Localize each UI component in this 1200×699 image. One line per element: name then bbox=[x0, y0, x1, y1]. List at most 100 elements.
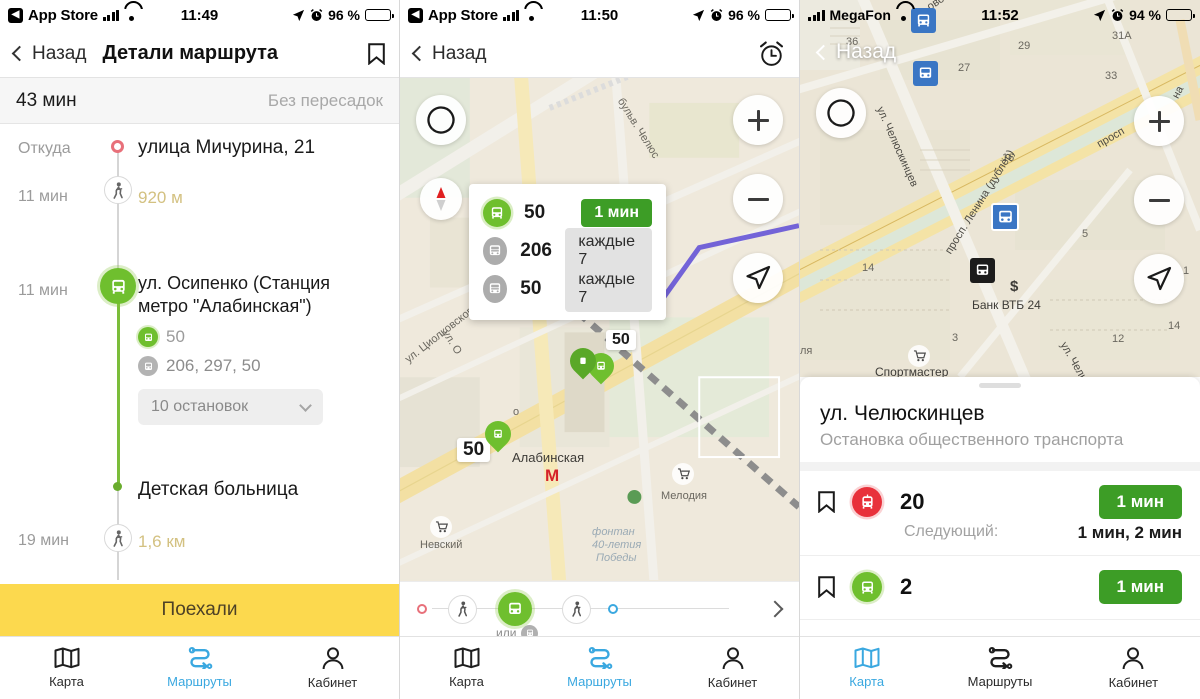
minus-icon bbox=[747, 189, 769, 210]
status-app-name: App Store bbox=[28, 6, 98, 24]
status-left: MegaFon bbox=[808, 7, 911, 23]
zoom-out-button[interactable] bbox=[1134, 175, 1184, 225]
tab-routes-label: Маршруты bbox=[167, 674, 232, 689]
panel-route-map: ◀ App Store 11:50 96 % Назад бульв. Челю… bbox=[400, 0, 800, 699]
tab-profile-label: Кабинет bbox=[707, 674, 758, 690]
tab-routes[interactable]: Маршруты bbox=[533, 647, 666, 689]
go-button[interactable]: Поехали bbox=[0, 584, 399, 636]
map-house-number: 31A bbox=[1112, 30, 1132, 42]
walk1-distance: 920 м bbox=[138, 188, 183, 207]
bus-icon-green bbox=[852, 572, 882, 602]
alight-dot-icon bbox=[113, 482, 122, 491]
status-carrier: MegaFon bbox=[829, 7, 891, 23]
axis-alight bbox=[98, 476, 138, 556]
sheet-divider bbox=[800, 462, 1200, 471]
back-to-app-badge-icon[interactable]: ◀ bbox=[8, 7, 23, 23]
back-label: Назад bbox=[432, 42, 487, 64]
back-button[interactable]: Назад bbox=[11, 43, 86, 65]
map-street-label: о bbox=[513, 406, 520, 418]
back-button[interactable]: Назад bbox=[815, 40, 897, 64]
locate-button[interactable] bbox=[733, 253, 783, 303]
stop-route-row[interactable]: 2 1 мин bbox=[800, 556, 1200, 604]
map-route-number-tag[interactable]: 50 bbox=[457, 438, 491, 462]
tab-profile[interactable]: Кабинет bbox=[1067, 646, 1200, 690]
status-right: 94 % bbox=[1093, 7, 1195, 23]
status-app-name: App Store bbox=[428, 6, 498, 24]
map-street-label: ля bbox=[800, 345, 813, 357]
back-button[interactable]: Назад bbox=[411, 42, 487, 65]
bus-stop-marker-icon[interactable] bbox=[970, 258, 995, 283]
locate-button[interactable] bbox=[1134, 254, 1184, 304]
alarm-clock-icon[interactable] bbox=[758, 40, 785, 67]
stop-route-row[interactable]: 20 1 мин bbox=[800, 471, 1200, 519]
map-route-number-tag[interactable]: 50 bbox=[606, 330, 636, 350]
map-canvas[interactable]: бульв. Челюс ул. О ул. Циолковского Алаб… bbox=[400, 78, 799, 581]
compass-button[interactable] bbox=[416, 95, 466, 145]
stops-count-dropdown[interactable]: 10 остановок bbox=[138, 389, 323, 426]
walk-icon bbox=[104, 524, 132, 552]
map-house-number: 27 bbox=[958, 62, 971, 74]
map-poi-label: Мелодия bbox=[661, 490, 707, 502]
destination-dot-icon bbox=[608, 603, 618, 614]
transit-row[interactable]: 206 каждые 7 bbox=[483, 228, 653, 274]
transit-frequency-tag: каждые 7 bbox=[565, 266, 653, 312]
tab-map[interactable]: Карта bbox=[800, 647, 933, 689]
zoom-in-button[interactable] bbox=[733, 95, 783, 145]
tab-profile[interactable]: Кабинет bbox=[266, 646, 399, 690]
status-right: 96 % bbox=[692, 7, 794, 23]
transit-row[interactable]: 50 1 мин bbox=[483, 194, 652, 232]
chevron-left-icon bbox=[11, 45, 28, 62]
tab-map[interactable]: Карта bbox=[400, 647, 533, 689]
zoom-in-button[interactable] bbox=[1134, 96, 1184, 146]
zoom-out-button[interactable] bbox=[733, 174, 783, 224]
transit-route-number: 50 bbox=[524, 202, 546, 223]
panel-stop-details: 36 27 29 31A 33 16 5 14 3 12 1 14 ул. Че… bbox=[800, 0, 1200, 699]
battery-icon bbox=[1166, 9, 1195, 21]
chevron-right-icon[interactable] bbox=[766, 600, 784, 618]
status-left: ◀ App Store bbox=[408, 7, 539, 24]
route-duration: 43 мин bbox=[16, 89, 77, 111]
route-overview-strip[interactable]: или bbox=[400, 581, 799, 642]
bookmark-icon[interactable] bbox=[818, 491, 835, 513]
walk2-body: 1,6 км bbox=[138, 520, 399, 580]
origin-address: улица Мичурина, 21 bbox=[138, 137, 316, 158]
axis-walk-2 bbox=[98, 520, 138, 580]
route-arrival-tag: 1 мин bbox=[1098, 485, 1182, 519]
north-button[interactable] bbox=[420, 178, 462, 220]
gray-route-numbers: 206, 297, 50 bbox=[166, 356, 261, 376]
compass-icon bbox=[427, 106, 455, 134]
battery-percent: 96 % bbox=[728, 7, 760, 23]
transit-arrival-tag: 1 мин bbox=[581, 199, 652, 227]
bus-stop-marker-selected-icon[interactable] bbox=[991, 203, 1019, 231]
axis-origin bbox=[98, 134, 138, 192]
walk1-body: 920 м bbox=[138, 182, 399, 270]
transit-row[interactable]: 50 каждые 7 bbox=[483, 266, 653, 312]
wifi-icon bbox=[524, 9, 539, 21]
minibus-badge-gray-icon bbox=[138, 356, 158, 377]
compass-icon bbox=[827, 99, 855, 127]
walk-icon bbox=[104, 176, 132, 204]
battery-icon bbox=[365, 9, 394, 21]
shop-icon bbox=[672, 463, 694, 485]
back-to-app-badge-icon[interactable]: ◀ bbox=[408, 7, 423, 23]
bus-stop-marker-icon[interactable] bbox=[913, 61, 938, 86]
tab-map[interactable]: Карта bbox=[0, 647, 133, 689]
profile-icon bbox=[322, 646, 343, 669]
transit-time: 11 мин bbox=[18, 282, 68, 299]
bookmark-icon[interactable] bbox=[368, 42, 385, 65]
bookmark-icon[interactable] bbox=[818, 576, 835, 598]
back-label: Назад bbox=[836, 40, 897, 63]
tab-bar: Карта Маршруты Кабинет bbox=[0, 636, 399, 699]
origin-dot-icon bbox=[417, 603, 427, 614]
tab-routes[interactable]: Маршруты bbox=[133, 647, 266, 689]
tab-profile[interactable]: Кабинет bbox=[666, 646, 799, 690]
status-bar: ◀ App Store 11:49 96 % bbox=[0, 0, 399, 30]
bus-icon bbox=[100, 268, 136, 304]
compass-button[interactable] bbox=[816, 88, 866, 138]
battery-percent: 96 % bbox=[328, 7, 360, 23]
minus-icon bbox=[1148, 190, 1170, 211]
go-button-label: Поехали bbox=[161, 599, 238, 620]
chevron-left-icon bbox=[411, 45, 428, 62]
green-route-numbers: 50 bbox=[166, 327, 185, 347]
tab-routes[interactable]: Маршруты bbox=[933, 647, 1066, 689]
